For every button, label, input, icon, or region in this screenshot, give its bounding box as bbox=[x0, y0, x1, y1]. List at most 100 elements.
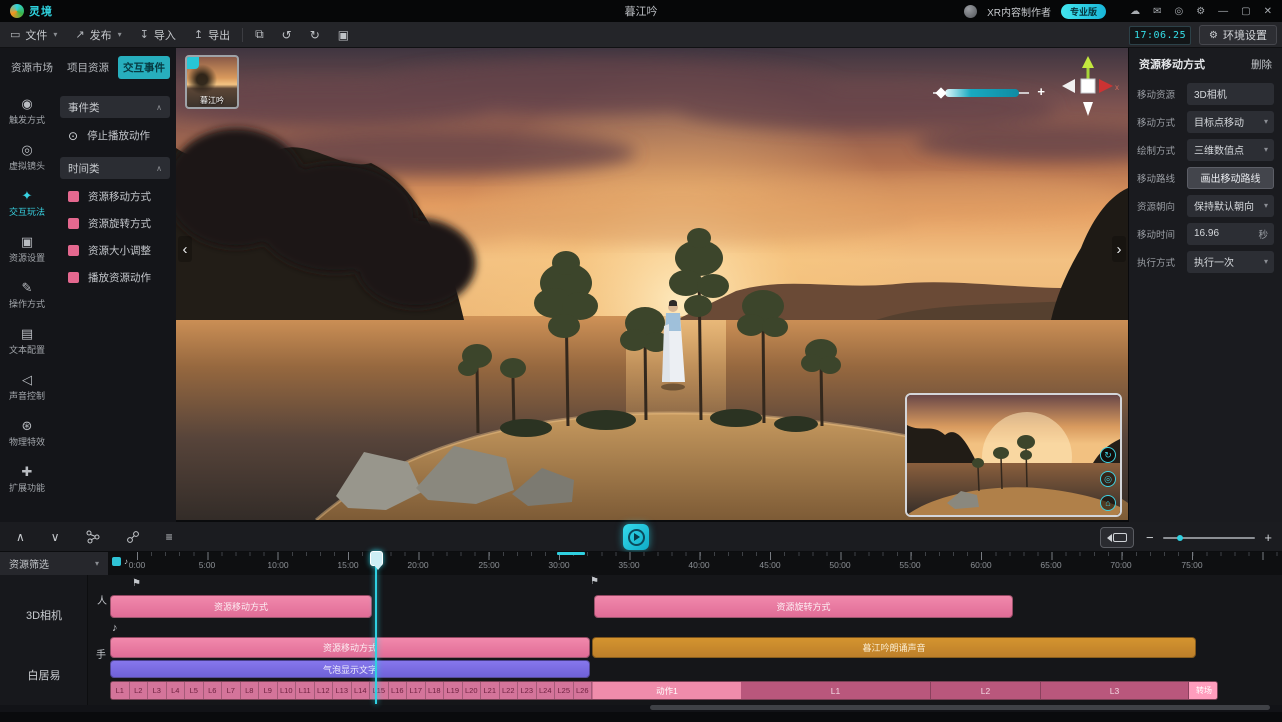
strip-segment[interactable]: L9 bbox=[259, 682, 278, 699]
viewport-next-arrow[interactable]: › bbox=[1112, 236, 1126, 262]
zoom-in-icon[interactable]: + bbox=[1264, 530, 1272, 545]
zoom-slider[interactable] bbox=[1163, 537, 1256, 539]
strip-segment[interactable]: L5 bbox=[185, 682, 204, 699]
strip-segment[interactable]: L26 bbox=[574, 682, 593, 699]
timeline-scrollbar[interactable] bbox=[650, 705, 1270, 710]
timeline-clip[interactable]: 资源移动方式 bbox=[110, 637, 590, 658]
strip-segment[interactable]: L16 bbox=[389, 682, 408, 699]
publish-menu[interactable]: ↗发布 bbox=[75, 27, 121, 43]
timeline-clip[interactable]: 暮江吟朗诵声音 bbox=[592, 637, 1196, 658]
sidebar-item-4[interactable]: ▣资源设置 bbox=[0, 226, 54, 272]
copy-icon[interactable]: ⧉ bbox=[255, 27, 264, 42]
strip-segment[interactable]: L10 bbox=[278, 682, 297, 699]
strip-segment[interactable]: 动作1 bbox=[593, 682, 741, 699]
viewport[interactable]: 暮江吟 ‹ › + x bbox=[176, 48, 1128, 520]
undo-icon[interactable]: ↺ bbox=[282, 28, 292, 42]
timeline-clip[interactable]: 资源旋转方式 bbox=[594, 595, 1013, 618]
strip-segment[interactable]: L21 bbox=[481, 682, 500, 699]
environment-settings-button[interactable]: ⚙ 环境设置 bbox=[1199, 25, 1277, 45]
strip-segment[interactable]: L1 bbox=[111, 682, 130, 699]
sidebar-item-3[interactable]: ✦交互玩法 bbox=[0, 180, 54, 226]
slider-handle[interactable] bbox=[935, 87, 946, 98]
close-icon[interactable]: ✕ bbox=[1264, 6, 1272, 17]
keyframe-flag2-icon[interactable]: ⚑ bbox=[590, 577, 599, 587]
viewport-slider[interactable]: + bbox=[933, 86, 1045, 100]
strip-segment[interactable]: L19 bbox=[444, 682, 463, 699]
property-number-control[interactable]: 16.96秒 bbox=[1187, 223, 1274, 245]
camera-view-button[interactable] bbox=[1100, 527, 1134, 548]
keyframe-flag-icon[interactable]: ⚑ bbox=[132, 579, 141, 589]
save-icon[interactable]: ▣ bbox=[338, 28, 349, 42]
strip-segment[interactable]: L25 bbox=[555, 682, 574, 699]
playhead-handle[interactable] bbox=[370, 551, 383, 566]
strip-segment[interactable]: L6 bbox=[204, 682, 223, 699]
property-select-control[interactable]: 目标点移动 bbox=[1187, 111, 1274, 133]
sidebar-item-7[interactable]: ◁声音控制 bbox=[0, 364, 54, 410]
strip-segment[interactable]: L23 bbox=[518, 682, 537, 699]
timeline-ruler[interactable]: ♪ 0:005:0010:0015:0020:0025:0030:0035:00… bbox=[108, 552, 1282, 575]
event-item[interactable]: 资源大小调整 bbox=[54, 237, 176, 264]
strip-segment[interactable]: L24 bbox=[537, 682, 556, 699]
strip-segment[interactable]: L15 bbox=[370, 682, 389, 699]
slider-plus-icon[interactable]: + bbox=[1037, 84, 1045, 99]
maximize-icon[interactable]: ▢ bbox=[1241, 6, 1250, 17]
strip-segment[interactable]: L1 bbox=[741, 682, 931, 699]
file-menu[interactable]: ▭文件 bbox=[10, 27, 57, 43]
gizmo-x-axis[interactable] bbox=[1099, 79, 1113, 93]
redo-icon[interactable]: ↻ bbox=[310, 28, 320, 42]
strip-segment[interactable]: L7 bbox=[222, 682, 241, 699]
strip-segment[interactable]: L18 bbox=[426, 682, 445, 699]
gizmo-center[interactable] bbox=[1081, 79, 1095, 93]
strip-segment[interactable]: L3 bbox=[1041, 682, 1189, 699]
gizmo-left-arrow[interactable] bbox=[1062, 79, 1075, 93]
viewport-prev-arrow[interactable]: ‹ bbox=[178, 236, 192, 262]
event-item[interactable]: 资源旋转方式 bbox=[54, 210, 176, 237]
export-button[interactable]: ↥导出 bbox=[194, 27, 230, 43]
property-box-control[interactable]: 3D相机 bbox=[1187, 83, 1274, 105]
property-select-control[interactable]: 执行一次 bbox=[1187, 251, 1274, 273]
play-button[interactable] bbox=[623, 524, 649, 550]
strip-segment[interactable]: L13 bbox=[333, 682, 352, 699]
message-icon[interactable]: ✉ bbox=[1153, 6, 1161, 17]
sidebar-item-8[interactable]: ⊛物理特效 bbox=[0, 410, 54, 456]
transform-gizmo[interactable]: x bbox=[1056, 54, 1120, 118]
node-link-icon[interactable] bbox=[126, 530, 140, 544]
timeline-clip[interactable]: 资源移动方式 bbox=[110, 595, 372, 618]
minimize-icon[interactable]: — bbox=[1218, 6, 1228, 17]
settings-gear-icon[interactable]: ⚙ bbox=[1196, 6, 1205, 17]
animation-strip[interactable]: L1L2L3L4L5L6L7L8L9L10L11L12L13L14L15L16L… bbox=[110, 681, 1218, 700]
strip-segment[interactable]: L22 bbox=[500, 682, 519, 699]
strip-segment[interactable]: L8 bbox=[241, 682, 260, 699]
zoom-out-icon[interactable]: − bbox=[1146, 530, 1154, 545]
strip-segment[interactable]: L2 bbox=[130, 682, 149, 699]
picture-in-picture-view[interactable]: ↻◎⌂ bbox=[905, 393, 1122, 517]
scene-thumbnail[interactable]: 暮江吟 bbox=[185, 55, 239, 109]
node-graph-icon[interactable] bbox=[86, 530, 100, 544]
pip-rotate-icon[interactable]: ↻ bbox=[1100, 447, 1116, 463]
strip-segment[interactable]: L14 bbox=[352, 682, 371, 699]
group-header-1[interactable]: 事件类∧ bbox=[60, 96, 170, 118]
track-label-character[interactable]: 白居易 bbox=[0, 667, 88, 683]
import-button[interactable]: ↧导入 bbox=[140, 27, 176, 43]
property-button-control[interactable]: 画出移动路线 bbox=[1187, 167, 1274, 189]
resource-filter-dropdown[interactable]: 资源筛选 ▾ bbox=[0, 552, 108, 575]
list-icon[interactable]: ≡ bbox=[166, 530, 173, 544]
gizmo-down-arrow[interactable] bbox=[1083, 102, 1093, 116]
strip-segment[interactable]: L3 bbox=[148, 682, 167, 699]
cloud-sync-icon[interactable]: ☁ bbox=[1130, 6, 1140, 17]
sidebar-item-6[interactable]: ▤文本配置 bbox=[0, 318, 54, 364]
user-avatar[interactable] bbox=[964, 5, 977, 18]
property-select-control[interactable]: 三维数值点 bbox=[1187, 139, 1274, 161]
collapse-up-icon[interactable]: ∧ bbox=[16, 530, 25, 544]
strip-segment[interactable]: L11 bbox=[296, 682, 315, 699]
property-select-control[interactable]: 保持默认朝向 bbox=[1187, 195, 1274, 217]
timeline-clip[interactable]: 气泡显示文字 bbox=[110, 660, 590, 678]
tab-3[interactable]: 交互事件 bbox=[118, 56, 170, 79]
sidebar-item-9[interactable]: ✚扩展功能 bbox=[0, 456, 54, 502]
sidebar-item-1[interactable]: ◉触发方式 bbox=[0, 88, 54, 134]
sidebar-item-5[interactable]: ✎操作方式 bbox=[0, 272, 54, 318]
event-item[interactable]: 资源移动方式 bbox=[54, 183, 176, 210]
track-label-camera[interactable]: 3D相机 bbox=[0, 607, 88, 623]
strip-segment[interactable]: L4 bbox=[167, 682, 186, 699]
event-item[interactable]: 播放资源动作 bbox=[54, 264, 176, 291]
